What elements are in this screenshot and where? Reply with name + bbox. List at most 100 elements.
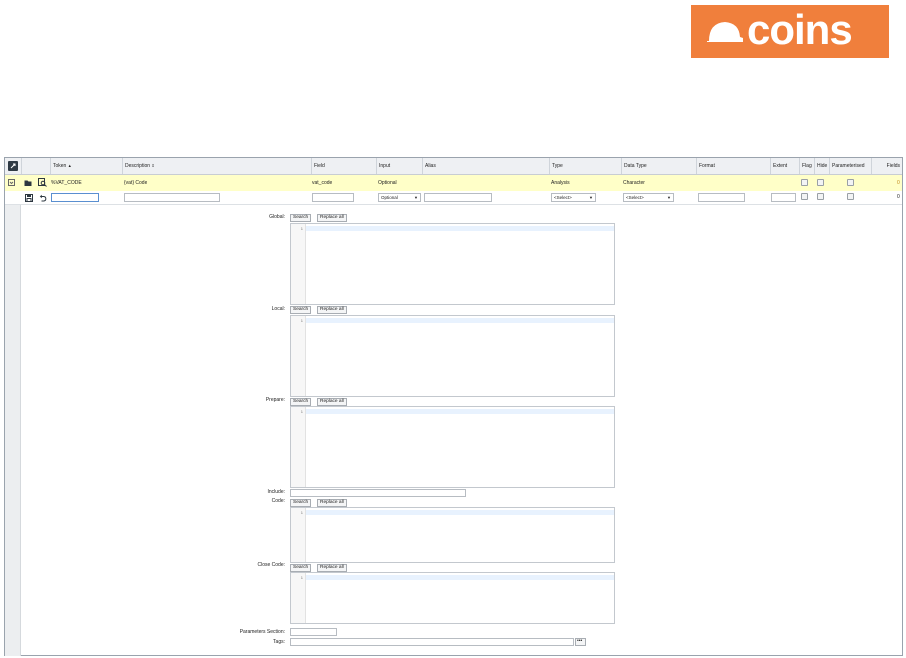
code-replace-button[interactable]: Replace all: [317, 499, 347, 507]
header-alias-label: Alias: [425, 163, 436, 169]
tags-input[interactable]: [290, 638, 574, 646]
prepare-replace-button[interactable]: Replace all: [317, 398, 347, 406]
header-format-label: Format: [699, 163, 715, 169]
close-code-search-button[interactable]: Search: [290, 564, 312, 572]
type-select-value: <Select>: [554, 195, 572, 200]
save-icon[interactable]: [24, 193, 33, 202]
header-extent-label: Extent: [773, 163, 788, 169]
undo-icon[interactable]: [38, 193, 47, 202]
parameters-section-label: Parameters Section:: [239, 629, 285, 635]
line-gutter: 1: [291, 224, 306, 304]
header-flag-label: Flag: [802, 163, 812, 169]
field-input[interactable]: [312, 193, 354, 202]
global-replace-button[interactable]: Replace all: [317, 214, 347, 222]
tags-label: Tags:: [273, 639, 285, 645]
close-code-editor[interactable]: 1: [290, 572, 615, 624]
coins-logo: coins: [691, 5, 889, 58]
header-field[interactable]: Field: [311, 158, 376, 174]
header-token-label: Token: [53, 163, 67, 169]
include-label: Include:: [267, 489, 285, 495]
header-parameterised-label: Parameterised: [832, 163, 865, 169]
code-label: Code:: [271, 498, 285, 504]
format-input[interactable]: [698, 193, 745, 202]
hide-checkbox[interactable]: [817, 179, 824, 186]
data-type-value: Character: [623, 180, 645, 186]
prepare-search-button[interactable]: Search: [290, 398, 312, 406]
code-search-button[interactable]: Search: [290, 499, 312, 507]
header-fields[interactable]: Fields: [871, 158, 902, 174]
flag-checkbox[interactable]: [801, 179, 808, 186]
header-flag[interactable]: Flag: [799, 158, 814, 174]
local-replace-button[interactable]: Replace all: [317, 306, 347, 314]
line-gutter: 1: [291, 316, 306, 396]
global-label: Global:: [269, 214, 285, 220]
hide-checkbox[interactable]: [817, 193, 824, 200]
header-data-type-label: Data Type: [624, 163, 647, 169]
global-editor[interactable]: 1: [290, 223, 615, 305]
current-line: [306, 318, 614, 323]
header-extent[interactable]: Extent: [770, 158, 799, 174]
header-alias[interactable]: Alias: [422, 158, 549, 174]
header-token[interactable]: Token ▲: [50, 158, 123, 174]
parameterised-checkbox[interactable]: [847, 179, 854, 186]
header-field-label: Field: [314, 163, 325, 169]
collapse-row-icon[interactable]: [7, 178, 16, 187]
header-actions: [21, 158, 51, 174]
expand-all-icon[interactable]: [8, 161, 18, 171]
header-hide-label: Hide: [817, 163, 828, 169]
fields-count: 0: [897, 194, 900, 200]
include-input[interactable]: [290, 489, 466, 497]
flag-checkbox[interactable]: [801, 193, 808, 200]
grid-header: Token ▲ Description ⇕ Field Input Alias …: [5, 158, 902, 175]
input-select-value: Optional: [381, 195, 398, 200]
table-row[interactable]: %VAT_CODE {vat} Code vat_code Optional A…: [5, 175, 902, 192]
header-type[interactable]: Type: [549, 158, 622, 174]
description-input[interactable]: [124, 193, 220, 202]
extent-input[interactable]: [771, 193, 796, 202]
input-select[interactable]: Optional ▼: [378, 193, 421, 202]
header-input-label: Input: [379, 163, 391, 169]
current-line: [306, 575, 614, 580]
header-description-label: Description: [125, 163, 151, 169]
close-code-label: Close Code:: [257, 562, 285, 568]
alias-input[interactable]: [424, 193, 492, 202]
current-line: [306, 226, 614, 231]
header-description[interactable]: Description ⇕: [122, 158, 311, 174]
open-folder-icon[interactable]: [24, 178, 33, 187]
line-gutter: 1: [291, 508, 306, 562]
new-entry-row: Optional ▼ <Select> ▼ <Select> ▼ 0: [5, 191, 902, 205]
code-editor[interactable]: 1: [290, 507, 615, 563]
parameters-section-input[interactable]: [290, 628, 337, 636]
header-input[interactable]: Input: [376, 158, 422, 174]
type-select[interactable]: <Select> ▼: [551, 193, 596, 202]
search-document-icon[interactable]: [38, 178, 47, 187]
chevron-down-icon: ▼: [667, 195, 671, 200]
header-data-type[interactable]: Data Type: [621, 158, 696, 174]
local-editor[interactable]: 1: [290, 315, 615, 397]
hard-hat-icon: [707, 22, 743, 42]
grid-left-bar: [5, 175, 21, 656]
token-value: %VAT_CODE: [51, 180, 82, 186]
global-search-button[interactable]: Search: [290, 214, 312, 222]
chevron-down-icon: ▼: [589, 195, 593, 200]
type-value: Analysis: [551, 180, 570, 186]
token-input[interactable]: [51, 193, 99, 202]
prepare-label: Prepare:: [265, 397, 285, 403]
data-type-select[interactable]: <Select> ▼: [623, 193, 674, 202]
sort-asc-icon: ▲: [67, 163, 72, 168]
local-search-button[interactable]: Search: [290, 306, 312, 314]
header-parameterised[interactable]: Parameterised: [829, 158, 871, 174]
line-gutter: 1: [291, 573, 306, 623]
description-value: {vat} Code: [124, 180, 148, 186]
header-fields-label: Fields: [886, 163, 900, 169]
prepare-editor[interactable]: 1: [290, 406, 615, 488]
header-format[interactable]: Format: [696, 158, 770, 174]
parameterised-checkbox[interactable]: [847, 193, 854, 200]
line-gutter: 1: [291, 407, 306, 487]
field-value: vat_code: [312, 180, 333, 186]
close-code-replace-button[interactable]: Replace all: [317, 564, 347, 572]
current-line: [306, 409, 614, 414]
logo-text: coins: [747, 6, 853, 53]
tags-lookup-button[interactable]: •••: [575, 638, 586, 646]
header-hide[interactable]: Hide: [814, 158, 829, 174]
